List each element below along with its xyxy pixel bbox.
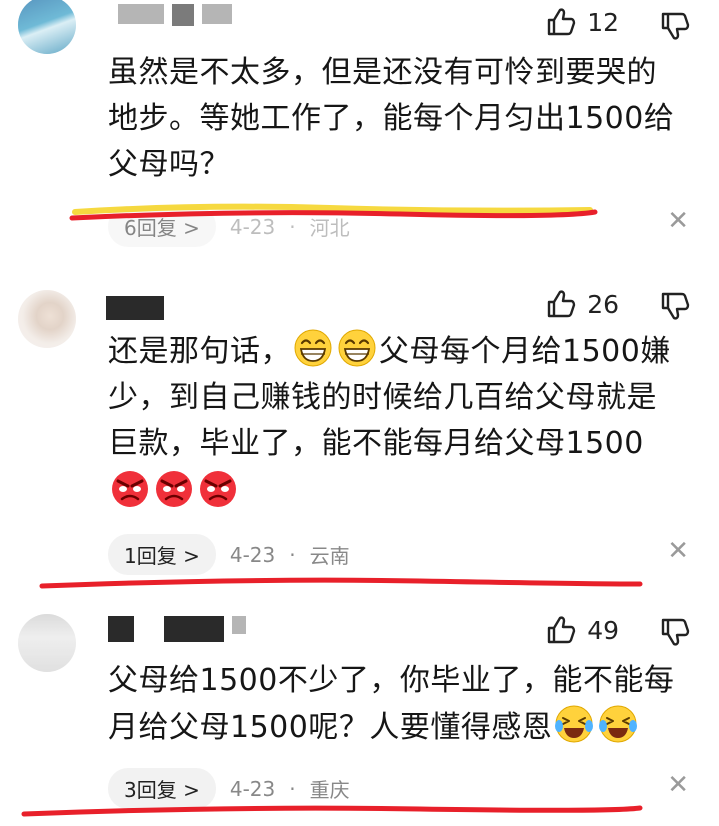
dislike-button[interactable] — [659, 290, 691, 322]
like-count: 12 — [587, 7, 619, 37]
thumbs-up-icon — [545, 6, 577, 38]
angry-emoji-icon — [198, 469, 238, 509]
chevron-right-icon: > — [183, 544, 200, 568]
comment-text: 父母给1500不少了，你毕业了，能不能每 月给父母1500呢？人要懂得感恩 — [108, 663, 675, 745]
thumbs-down-icon — [659, 616, 691, 648]
like-button[interactable]: 12 — [545, 6, 619, 38]
thumbs-down-icon — [659, 10, 691, 42]
like-button[interactable]: 49 — [545, 614, 619, 646]
reply-count-button[interactable]: 1回复 > — [108, 534, 216, 575]
avatar[interactable] — [18, 0, 76, 54]
comment-location: 重庆 — [309, 778, 350, 802]
angry-emoji-icon — [110, 469, 150, 509]
dislike-button[interactable] — [659, 616, 691, 648]
like-count: 49 — [587, 615, 619, 645]
grin-emoji-icon — [337, 328, 377, 368]
thumbs-down-icon — [659, 290, 691, 322]
avatar[interactable] — [18, 290, 76, 348]
highlight-underline — [69, 203, 598, 221]
thumbs-up-icon — [545, 288, 577, 320]
close-icon[interactable]: ✕ — [667, 536, 689, 566]
comment-date: 4-23 — [229, 776, 276, 801]
red-underline — [39, 577, 643, 589]
thumbs-up-icon — [545, 614, 577, 646]
username-mask[interactable] — [108, 616, 246, 642]
grin-emoji-icon — [293, 328, 333, 368]
like-count: 26 — [587, 289, 619, 319]
comment-text: 虽然是不太多，但是还没有可怜到要哭的 地步。等她工作了，能每个月匀出1500给 … — [108, 55, 675, 182]
username-mask[interactable] — [118, 4, 232, 30]
laugh-cry-emoji-icon — [554, 704, 594, 744]
username-mask[interactable] — [106, 296, 164, 322]
avatar[interactable] — [18, 614, 76, 672]
red-underline — [21, 805, 643, 817]
chevron-right-icon: > — [183, 778, 200, 802]
comment-location: 云南 — [309, 544, 350, 568]
angry-emoji-icon — [154, 469, 194, 509]
dislike-button[interactable] — [659, 10, 691, 42]
laugh-cry-emoji-icon — [598, 704, 638, 744]
like-button[interactable]: 26 — [545, 288, 619, 320]
close-icon[interactable]: ✕ — [667, 770, 689, 800]
comment-meta: 1回复 > 4-23 · 云南 — [108, 534, 350, 575]
comment-date: 4-23 — [229, 542, 276, 567]
comment-text: 还是那句话， 父母每个月给1500嫌 少，到自己赚钱的时候给几百给父母就是 巨款，… — [108, 328, 708, 516]
